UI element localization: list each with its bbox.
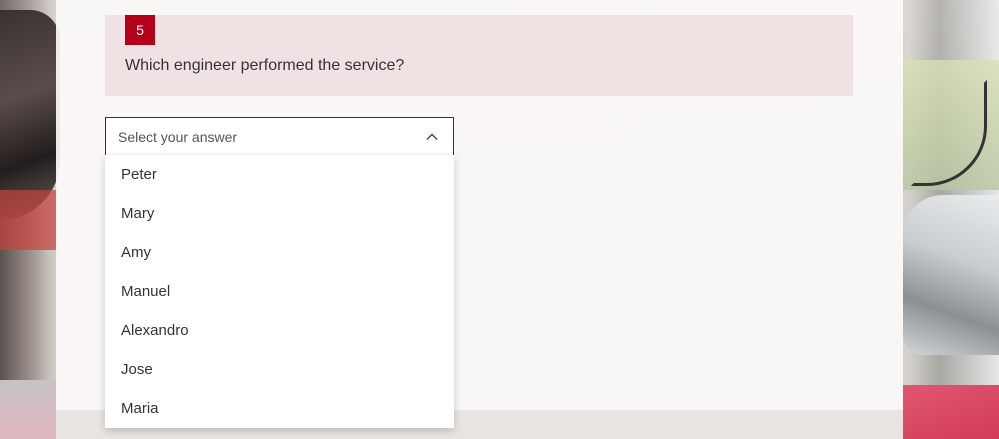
background-mat — [903, 385, 999, 439]
background-car — [903, 195, 999, 355]
option-manuel[interactable]: Manuel — [105, 272, 454, 311]
answer-select[interactable]: Select your answer — [105, 117, 454, 156]
select-placeholder: Select your answer — [118, 129, 238, 145]
option-alexandro[interactable]: Alexandro — [105, 311, 454, 350]
option-amy[interactable]: Amy — [105, 233, 454, 272]
question-title: Which engineer performed the service? — [125, 57, 405, 74]
background-lifted-car — [0, 10, 60, 220]
option-jose[interactable]: Jose — [105, 350, 454, 389]
background-lift — [0, 190, 56, 250]
option-peter[interactable]: Peter — [105, 155, 454, 194]
option-mary[interactable]: Mary — [105, 194, 454, 233]
chevron-up-icon — [426, 133, 438, 140]
option-maria[interactable]: Maria — [105, 389, 454, 428]
question-header: 5 Which engineer performed the service? — [105, 15, 853, 96]
background-floor — [0, 380, 56, 439]
question-number-badge: 5 — [125, 15, 155, 45]
select-dropdown-list: Peter Mary Amy Manuel Alexandro Jose Mar… — [105, 155, 454, 428]
